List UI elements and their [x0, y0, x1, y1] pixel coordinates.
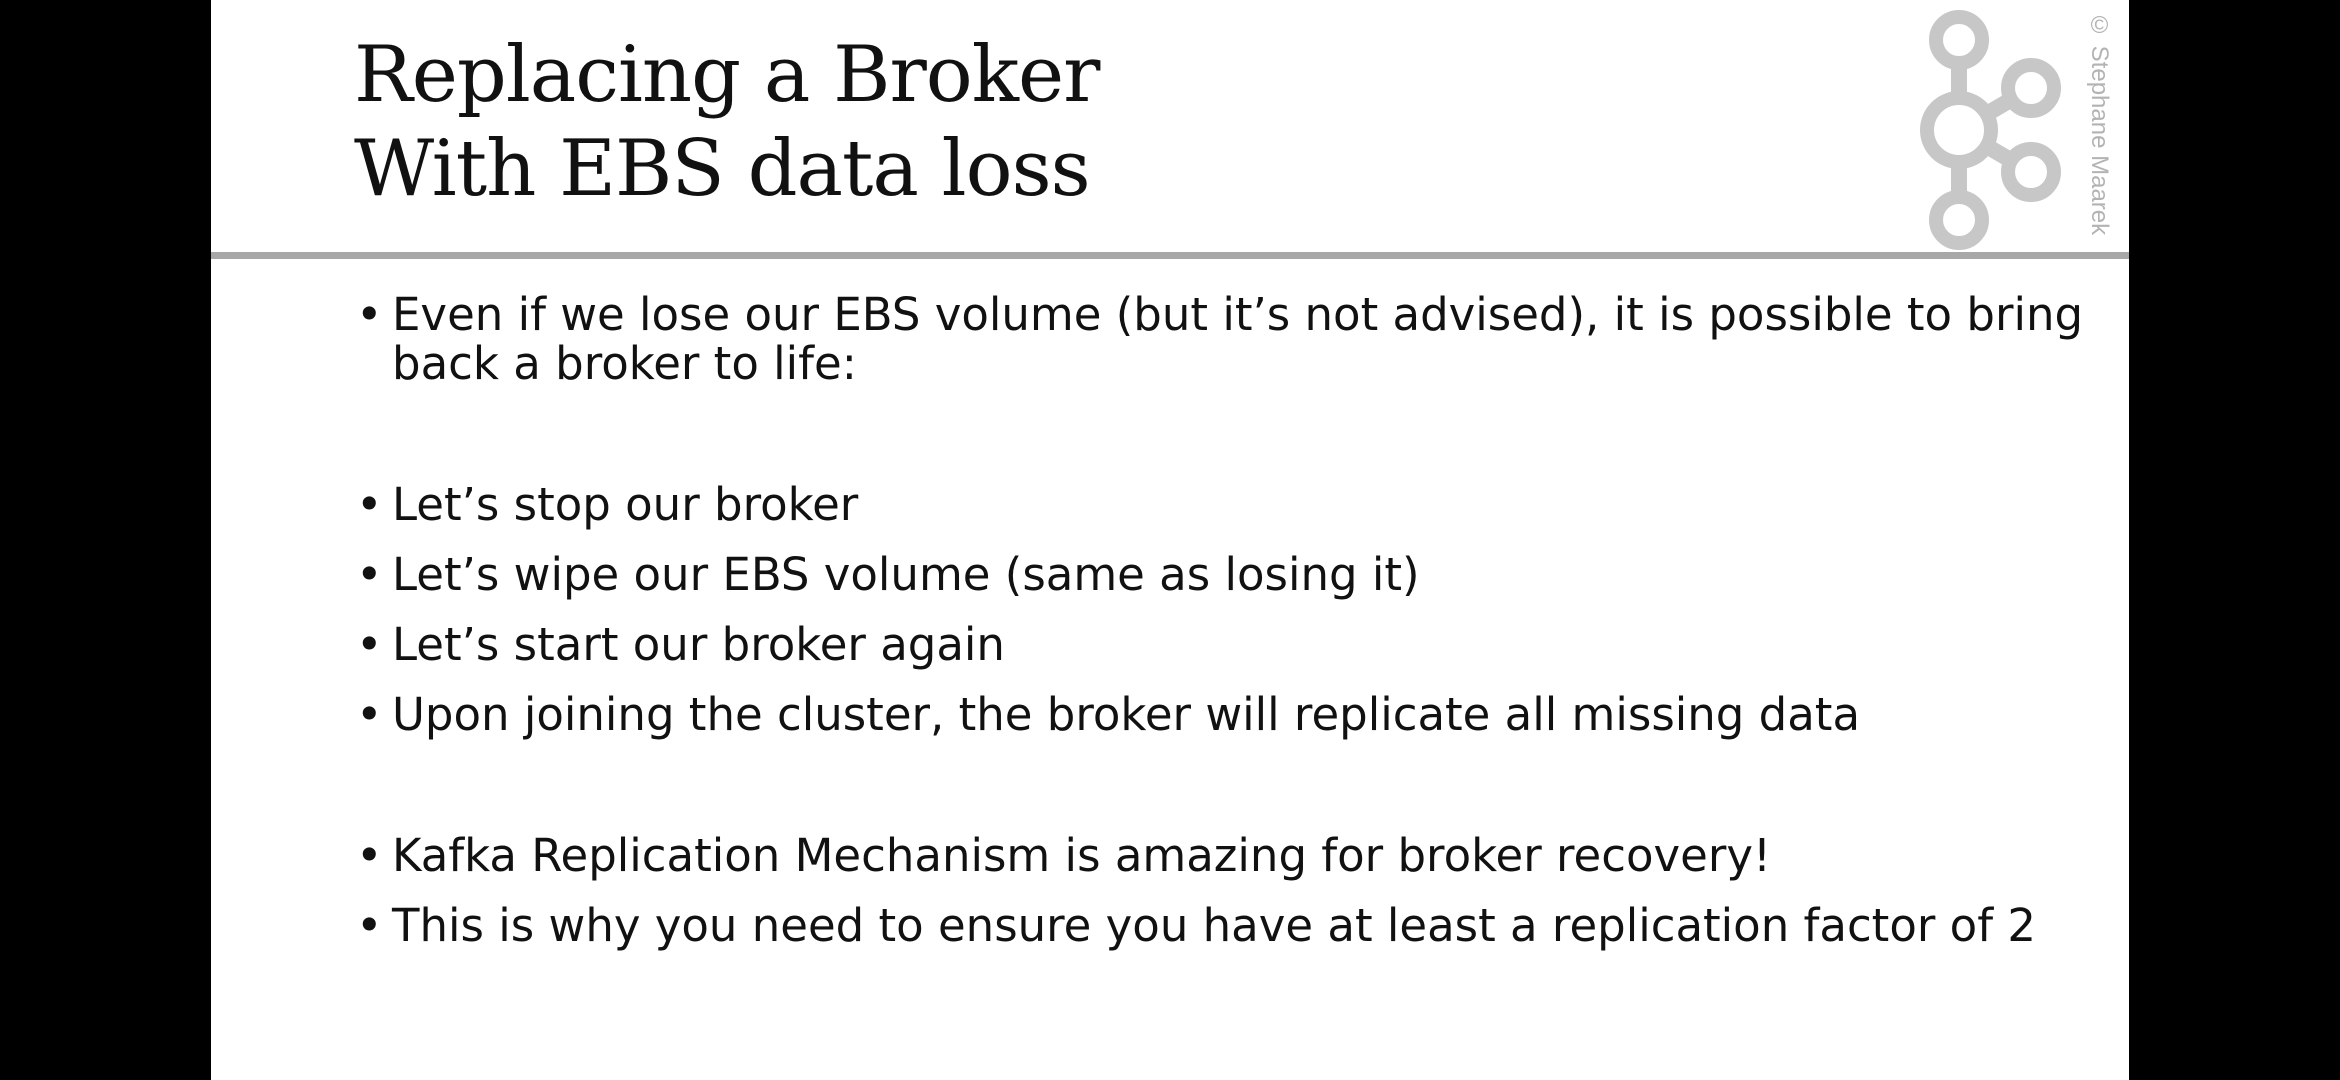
bullet-item: Upon joining the cluster, the broker wil… — [356, 690, 2086, 739]
presentation-screen: Replacing a Broker With EBS data loss © … — [0, 0, 2340, 1080]
slide-title: Replacing a Broker With EBS data loss — [354, 28, 1100, 216]
bullet-text: Let’s start our broker again — [392, 618, 1005, 671]
slide-title-line-1: Replacing a Broker — [354, 30, 1100, 120]
bullet-list: Even if we lose our EBS volume (but it’s… — [356, 290, 2086, 950]
bullet-item: Let’s start our broker again — [356, 620, 2086, 669]
bullet-item: Let’s wipe our EBS volume (same as losin… — [356, 550, 2086, 599]
bullet-item: Even if we lose our EBS volume (but it’s… — [356, 290, 2086, 388]
bullet-text: Upon joining the cluster, the broker wil… — [392, 688, 1861, 741]
bullet-text: This is why you need to ensure you have … — [392, 899, 2036, 952]
bullet-text: Even if we lose our EBS volume (but it’s… — [392, 288, 2084, 390]
slide: Replacing a Broker With EBS data loss © … — [211, 0, 2129, 1080]
bullet-text: Kafka Replication Mechanism is amazing f… — [392, 829, 1772, 882]
slide-title-line-2: With EBS data loss — [354, 124, 1091, 214]
bullet-text: Let’s stop our broker — [392, 478, 859, 531]
bullet-item: This is why you need to ensure you have … — [356, 901, 2086, 950]
bullet-text: Let’s wipe our EBS volume (same as losin… — [392, 548, 1420, 601]
bullet-item: Kafka Replication Mechanism is amazing f… — [356, 831, 2086, 880]
kafka-logo-icon — [1920, 10, 2061, 250]
title-divider — [211, 252, 2129, 259]
copyright-text: © Stephane Maarek — [2086, 12, 2113, 236]
bullet-item: Let’s stop our broker — [356, 480, 2086, 529]
